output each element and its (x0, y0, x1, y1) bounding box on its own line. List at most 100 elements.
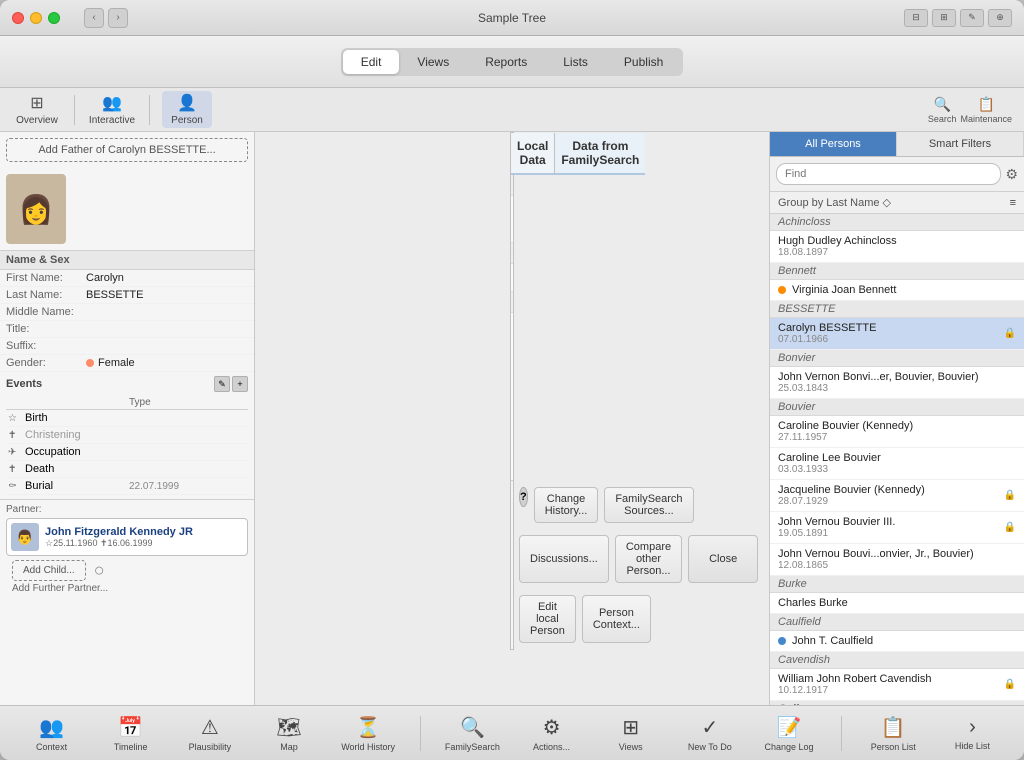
modal-content: Names Names Carolyn BESSETTE ⇒ ⇐ (511, 175, 513, 480)
field-suffix: Suffix: (0, 338, 254, 355)
person-caroline-lee-bouvier[interactable]: Caroline Lee Bouvier 03.03.1933 (770, 448, 1024, 480)
actions-icon: ⚙ (543, 715, 561, 740)
tab-lists[interactable]: Lists (545, 50, 606, 74)
plausibility-label: Plausibility (189, 742, 232, 752)
events-edit-btn[interactable]: ✎ (214, 376, 230, 392)
bottom-btn-map[interactable]: 🗺 Map (261, 715, 316, 752)
bottom-btn-timeline[interactable]: 📅 Timeline (103, 715, 158, 752)
person-charles-burke[interactable]: Charles Burke (770, 593, 1024, 614)
local-data-header: Local Data (511, 133, 555, 175)
person-info: Charles Burke (778, 597, 848, 609)
person-lock-icon-4: 🔒 (1004, 679, 1016, 690)
add-father-button[interactable]: Add Father of Carolyn BESSETTE... (6, 138, 248, 162)
tab-smart-filters[interactable]: Smart Filters (897, 132, 1024, 156)
person-john-bonvier[interactable]: John Vernon Bonvi...er, Bouvier, Bouvier… (770, 367, 1024, 399)
person-date: 19.05.1891 (778, 528, 895, 539)
person-john-caulfield[interactable]: John T. Caulfield (770, 631, 1024, 652)
events-add-btn[interactable]: + (232, 376, 248, 392)
person-caroline-bouvier-kennedy[interactable]: Caroline Bouvier (Kennedy) 27.11.1957 (770, 416, 1024, 448)
person-context-button[interactable]: Person Context... (582, 595, 651, 643)
new-todo-icon: ✓ (701, 715, 718, 740)
sub-toolbar-right: 🔍 Search 📋 Maintenance (928, 96, 1012, 124)
subtool-maintenance[interactable]: 📋 Maintenance (960, 96, 1012, 124)
tab-publish[interactable]: Publish (606, 50, 681, 74)
list-options-icon[interactable]: ≡ (1010, 197, 1016, 209)
bottom-btn-context[interactable]: 👥 Context (24, 715, 79, 752)
edit-local-button[interactable]: Edit local Person (519, 595, 576, 643)
col-type: Type (127, 397, 248, 408)
traffic-lights (12, 12, 60, 24)
person-carolyn-bessette[interactable]: Carolyn BESSETTE 07.01.1966 🔒 (770, 318, 1024, 350)
forward-button[interactable]: › (108, 8, 128, 28)
photo-placeholder: 👩 (19, 193, 54, 226)
center-panel: Local Data Data from FamilySearch Names … (255, 132, 769, 705)
maximize-button[interactable] (48, 12, 60, 24)
world-history-icon: ⏳ (356, 715, 381, 740)
gender-value: Female (98, 357, 135, 369)
tab-all-persons[interactable]: All Persons (770, 132, 897, 156)
help-button[interactable]: ? (519, 487, 528, 507)
fs-data-header: Data from FamilySearch (555, 133, 645, 175)
discussions-button[interactable]: Discussions... (519, 535, 609, 583)
close-button[interactable]: Close (688, 535, 758, 583)
group-bonvier: Bonvier (770, 350, 1024, 367)
group-by-row: Group by Last Name ◇ ≡ (770, 192, 1024, 214)
close-button[interactable] (12, 12, 24, 24)
local-name-cell: Carolyn BESSETTE ⇒ (511, 196, 513, 242)
subtool-overview[interactable]: ⊞ Overview (12, 93, 62, 126)
window-btn-4[interactable]: ⊕ (988, 9, 1012, 27)
bottom-btn-hide-list[interactable]: › Hide List (945, 716, 1000, 751)
person-hugh-achincloss[interactable]: Hugh Dudley Achincloss 18.08.1897 (770, 231, 1024, 263)
change-history-button[interactable]: Change History... (534, 487, 599, 523)
partner-card[interactable]: 👨 John Fitzgerald Kennedy JR ☆25.11.1960… (6, 518, 248, 556)
subtool-interactive[interactable]: 👥 Interactive (87, 93, 137, 126)
add-partner-button[interactable]: Add Further Partner... (6, 581, 248, 596)
window-btn-2[interactable]: ⊞ (932, 9, 956, 27)
minimize-button[interactable] (30, 12, 42, 24)
bottom-btn-actions[interactable]: ⚙ Actions... (524, 715, 579, 752)
tab-reports[interactable]: Reports (467, 50, 545, 74)
person-virginia-bennett[interactable]: Virginia Joan Bennett (770, 280, 1024, 301)
bottom-btn-person-list[interactable]: 📋 Person List (866, 715, 921, 752)
bottom-btn-views[interactable]: ⊞ Views (603, 715, 658, 752)
birth-icon: ☆ (8, 413, 22, 424)
person-name: Charles Burke (778, 597, 848, 609)
person-name: William John Robert Cavendish (778, 673, 931, 685)
person-jacqueline-bouvier-kennedy[interactable]: Jacqueline Bouvier (Kennedy) 28.07.1929 … (770, 480, 1024, 512)
subtool-person[interactable]: 👤 Person (162, 91, 212, 128)
maintenance-label: Maintenance (960, 114, 1012, 124)
search-label: Search (928, 114, 957, 124)
tab-views[interactable]: Views (399, 50, 467, 74)
partner-label: Partner: (6, 504, 248, 515)
local-events-header: Events (511, 292, 513, 313)
compare-person-button[interactable]: Compare other Person... (615, 535, 682, 583)
add-child-button[interactable]: Add Child... (12, 560, 86, 581)
back-button[interactable]: ‹ (84, 8, 104, 28)
bottom-btn-new-todo[interactable]: ✓ New To Do (682, 715, 737, 752)
fs-sources-button[interactable]: FamilySearch Sources... (604, 487, 693, 523)
person-john-vernou-bouvier-jr[interactable]: John Vernou Bouvi...onvier, Jr., Bouvier… (770, 544, 1024, 576)
event-type-burial: ⚰ Burial (6, 480, 127, 492)
bottom-btn-plausibility[interactable]: ⚠ Plausibility (182, 715, 237, 752)
tab-edit[interactable]: Edit (343, 50, 400, 74)
person-william-cavendish[interactable]: William John Robert Cavendish 10.12.1917… (770, 669, 1024, 701)
bottom-btn-familysearch[interactable]: 🔍 FamilySearch (445, 715, 500, 752)
search-settings-icon[interactable]: ⚙ (1005, 166, 1018, 183)
event-type-christening: ✝ Christening (6, 429, 248, 441)
window-btn-1[interactable]: ⊟ (904, 9, 928, 27)
firstname-label: First Name: (6, 272, 86, 284)
window-btn-3[interactable]: ✎ (960, 9, 984, 27)
main-area: Add Father of Carolyn BESSETTE... 👩 Name… (0, 132, 1024, 705)
events-section-header: Events Events (511, 292, 513, 313)
subtool-search[interactable]: 🔍 Search (928, 96, 957, 124)
person-name: Hugh Dudley Achincloss (778, 235, 897, 247)
group-by-label[interactable]: Group by Last Name ◇ (778, 196, 891, 209)
person-john-vernou-bouvier-iii[interactable]: John Vernou Bouvier III. 19.05.1891 🔒 (770, 512, 1024, 544)
bottom-btn-change-log[interactable]: 📝 Change Log (761, 715, 816, 752)
search-input[interactable] (776, 163, 1001, 185)
modal-header: Local Data Data from FamilySearch (511, 133, 513, 175)
titlebar: ‹ › Sample Tree ⊟ ⊞ ✎ ⊕ (0, 0, 1024, 36)
bottom-btn-world-history[interactable]: ⏳ World History (341, 715, 396, 752)
event-row-birth: ☆ Birth (6, 410, 248, 427)
persons-list: Achincloss Hugh Dudley Achincloss 18.08.… (770, 214, 1024, 705)
